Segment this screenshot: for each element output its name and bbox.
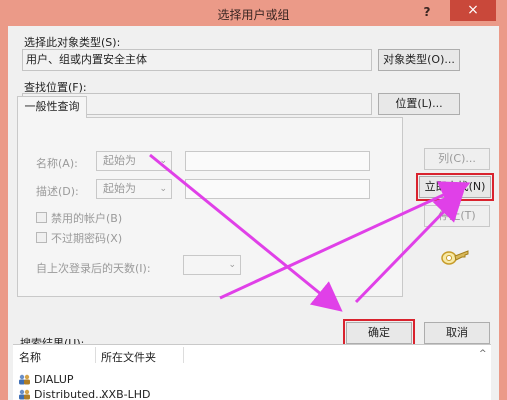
description-mode-select[interactable]: 起始为 ⌄: [96, 179, 172, 199]
disabled-accounts-label: 禁用的帐户(B): [51, 212, 123, 225]
stop-button[interactable]: 停止(T): [424, 205, 490, 227]
name-mode-select[interactable]: 起始为 ⌄: [96, 151, 172, 171]
ok-button[interactable]: 确定: [343, 319, 415, 347]
name-label: 名称(A):: [36, 157, 78, 170]
result-row-name[interactable]: DIALUP: [34, 373, 74, 386]
column-divider: [183, 347, 184, 363]
days-since-logon-select[interactable]: ⌄: [183, 255, 241, 275]
help-button[interactable]: ?: [412, 2, 442, 22]
chevron-down-icon: ⌄: [228, 260, 236, 270]
close-button[interactable]: ×: [450, 0, 496, 21]
window-frame-left: [0, 26, 8, 400]
days-since-logon-label: 自上次登录后的天数(I):: [36, 262, 151, 275]
find-now-button[interactable]: 立即查找(N): [416, 173, 494, 201]
description-label: 描述(D):: [36, 185, 79, 198]
scroll-up-icon[interactable]: ^: [479, 349, 487, 359]
name-mode-value: 起始为: [103, 154, 136, 167]
object-type-field: 用户、组或内置安全主体: [22, 49, 372, 71]
tab-general-query[interactable]: 一般性查询: [17, 96, 87, 118]
window-frame-right: [499, 26, 507, 400]
search-key-icon: [441, 250, 469, 265]
locations-button[interactable]: 位置(L)...: [378, 93, 460, 115]
column-header-folder[interactable]: 所在文件夹: [101, 349, 156, 365]
description-input[interactable]: [185, 179, 370, 199]
object-types-button[interactable]: 对象类型(O)...: [378, 49, 460, 71]
name-input[interactable]: [185, 151, 370, 171]
user-group-icon: [19, 389, 30, 400]
chevron-down-icon: ⌄: [159, 156, 167, 166]
non-expiring-password-label: 不过期密码(X): [51, 232, 123, 245]
description-mode-value: 起始为: [103, 182, 136, 195]
column-divider: [95, 347, 96, 363]
search-results-list[interactable]: 名称 所在文件夹 ^ DIALUP Distributed... XXB-LHD: [13, 344, 491, 400]
user-group-icon: [19, 374, 30, 385]
object-type-label: 选择此对象类型(S):: [24, 36, 121, 49]
title-bar: 选择用户或组 ? ×: [0, 0, 507, 26]
columns-button[interactable]: 列(C)...: [424, 148, 490, 170]
cancel-button[interactable]: 取消: [424, 322, 490, 344]
column-header-name[interactable]: 名称: [19, 349, 41, 365]
chevron-down-icon: ⌄: [159, 184, 167, 194]
disabled-accounts-checkbox[interactable]: [36, 212, 47, 223]
result-row-name[interactable]: Distributed...: [34, 388, 106, 400]
result-row-folder: XXB-LHD: [101, 388, 151, 400]
non-expiring-password-checkbox[interactable]: [36, 232, 47, 243]
